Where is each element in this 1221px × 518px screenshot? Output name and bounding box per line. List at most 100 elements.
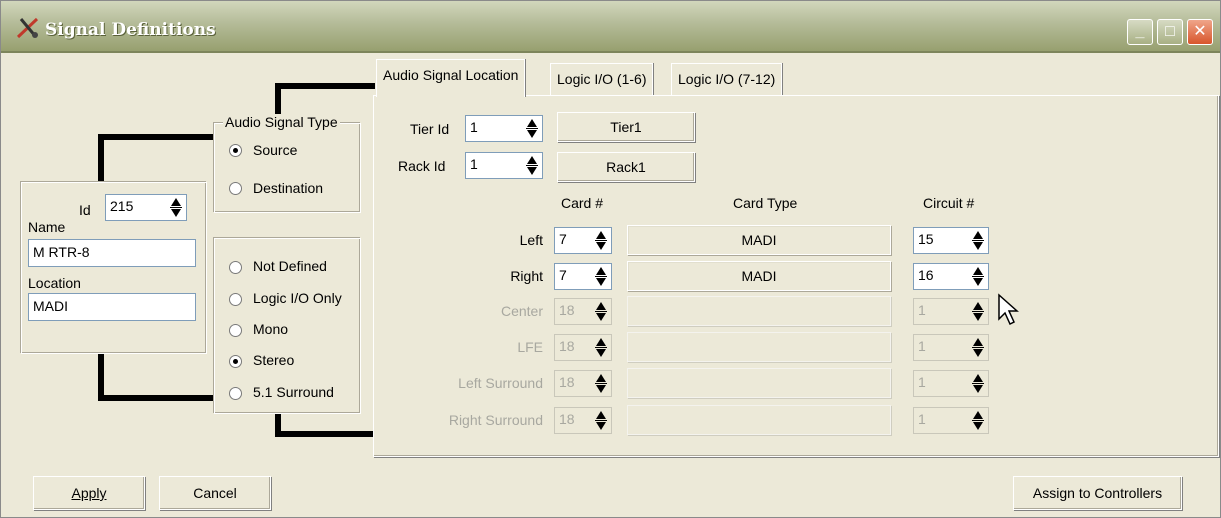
rack-id-value: 1: [470, 156, 478, 172]
cancel-button[interactable]: Cancel: [159, 476, 271, 510]
card-type-field-right-surround: [627, 405, 891, 435]
circuit-spinner-value: 1: [918, 338, 926, 354]
spin-arrows-icon: [970, 410, 986, 431]
channel-label-left: Left: [519, 232, 543, 248]
card-number-spinner-lfe: 18: [554, 334, 612, 361]
minimize-button[interactable]: _: [1127, 19, 1153, 45]
card-number-spinner-right[interactable]: 7: [554, 263, 612, 290]
card-number-spinner-left[interactable]: 7: [554, 227, 612, 254]
window-title: Signal Definitions: [45, 20, 216, 40]
spin-arrows-icon[interactable]: [168, 197, 184, 218]
connector-line: [98, 395, 214, 401]
connector-line: [98, 134, 104, 182]
audio-signal-type-legend: Audio Signal Type: [223, 114, 340, 130]
close-button[interactable]: ✕: [1187, 19, 1213, 45]
circuit-spinner-left-surround: 1: [913, 370, 989, 397]
circuit-spinner-lfe: 1: [913, 334, 989, 361]
spin-arrows-icon[interactable]: [524, 155, 540, 176]
stereo-radio[interactable]: [229, 355, 242, 368]
mono-radio[interactable]: [229, 324, 242, 337]
connector-line: [98, 353, 104, 399]
spin-arrows-icon[interactable]: [970, 266, 986, 287]
spin-arrows-icon[interactable]: [593, 230, 609, 251]
id-spinner[interactable]: 215: [105, 194, 187, 221]
surround-radio[interactable]: [229, 387, 242, 400]
signal-definitions-window: Signal Definitions _ □ ✕ Id 215 Name M R…: [0, 0, 1221, 518]
rack-id-label: Rack Id: [398, 158, 446, 174]
card-number-spinner-value: 18: [559, 338, 575, 354]
not-defined-label[interactable]: Not Defined: [253, 258, 327, 274]
assign-to-controllers-button[interactable]: Assign to Controllers: [1013, 476, 1182, 510]
signal-definitions-app-icon: [16, 17, 39, 39]
spin-arrows-icon: [593, 410, 609, 431]
not-defined-radio[interactable]: [229, 261, 242, 274]
card-number-spinner-value: 7: [559, 267, 567, 283]
card-type-field-left: MADI: [627, 225, 891, 255]
surround-label[interactable]: 5.1 Surround: [253, 384, 334, 400]
circuit-spinner-value: 1: [918, 302, 926, 318]
connector-line: [275, 431, 375, 437]
assign-to-controllers-label: Assign to Controllers: [1032, 485, 1163, 501]
spin-arrows-icon[interactable]: [970, 230, 986, 251]
audio-signal-type-group: [214, 123, 361, 213]
connector-line: [98, 134, 214, 140]
tier-id-spinner[interactable]: 1: [465, 115, 543, 142]
card-number-spinner-right-surround: 18: [554, 407, 612, 434]
card-number-header: Card #: [561, 195, 604, 211]
maximize-icon: □: [1165, 23, 1175, 40]
apply-button[interactable]: Apply: [33, 476, 145, 510]
destination-label[interactable]: Destination: [253, 180, 323, 196]
circuit-spinner-right-surround: 1: [913, 407, 989, 434]
channel-label-right: Right: [510, 268, 543, 284]
logic-io-only-label[interactable]: Logic I/O Only: [253, 290, 342, 306]
circuit-spinner-right[interactable]: 16: [913, 263, 989, 290]
rack-name-button[interactable]: Rack1: [557, 152, 695, 182]
card-number-spinner-value: 18: [559, 302, 575, 318]
spin-arrows-icon[interactable]: [524, 118, 540, 139]
circuit-spinner-value: 1: [918, 411, 926, 427]
maximize-button[interactable]: □: [1157, 19, 1183, 45]
card-number-spinner-value: 18: [559, 374, 575, 390]
name-field[interactable]: M RTR-8: [28, 239, 196, 267]
card-type-field-right: MADI: [627, 261, 891, 291]
circuit-spinner-center: 1: [913, 298, 989, 325]
tab-audio-signal-location[interactable]: Audio Signal Location: [376, 59, 526, 97]
name-label: Name: [28, 219, 66, 235]
card-type-field-lfe: [627, 332, 891, 362]
card-type-field-center: [627, 296, 891, 326]
id-value: 215: [110, 198, 134, 214]
tab-logic-io-1-6[interactable]: Logic I/O (1-6): [550, 63, 654, 95]
circuit-spinner-value: 1: [918, 374, 926, 390]
apply-label: Apply: [71, 485, 107, 501]
spin-arrows-icon: [593, 337, 609, 358]
channel-label-left-surround: Left Surround: [458, 375, 543, 391]
card-number-spinner-value: 7: [559, 231, 567, 247]
mouse-cursor-icon: [998, 293, 1019, 326]
tier-name-button[interactable]: Tier1: [557, 112, 695, 142]
rack-id-spinner[interactable]: 1: [465, 152, 543, 179]
circuit-spinner-value: 15: [918, 231, 934, 247]
mono-label[interactable]: Mono: [253, 321, 288, 337]
spin-arrows-icon: [970, 301, 986, 322]
cancel-label: Cancel: [193, 485, 237, 501]
connector-line: [275, 83, 375, 89]
tab-logic-io-7-12[interactable]: Logic I/O (7-12): [671, 63, 783, 95]
spin-arrows-icon: [593, 301, 609, 322]
channel-label-right-surround: Right Surround: [448, 412, 543, 428]
spin-arrows-icon[interactable]: [593, 266, 609, 287]
channel-label-lfe: LFE: [517, 339, 543, 355]
spin-arrows-icon: [970, 337, 986, 358]
destination-radio[interactable]: [229, 182, 242, 195]
source-label[interactable]: Source: [253, 142, 297, 158]
location-field[interactable]: MADI: [28, 293, 196, 321]
card-number-spinner-value: 18: [559, 411, 575, 427]
location-label: Location: [28, 275, 81, 291]
tier-id-label: Tier Id: [410, 121, 450, 137]
title-bar[interactable]: Signal Definitions _ □ ✕: [1, 1, 1220, 53]
card-type-header: Card Type: [733, 195, 798, 211]
source-radio[interactable]: [229, 144, 242, 157]
stereo-label[interactable]: Stereo: [253, 352, 294, 368]
circuit-spinner-left[interactable]: 15: [913, 227, 989, 254]
card-number-spinner-center: 18: [554, 298, 612, 325]
logic-io-only-radio[interactable]: [229, 293, 242, 306]
